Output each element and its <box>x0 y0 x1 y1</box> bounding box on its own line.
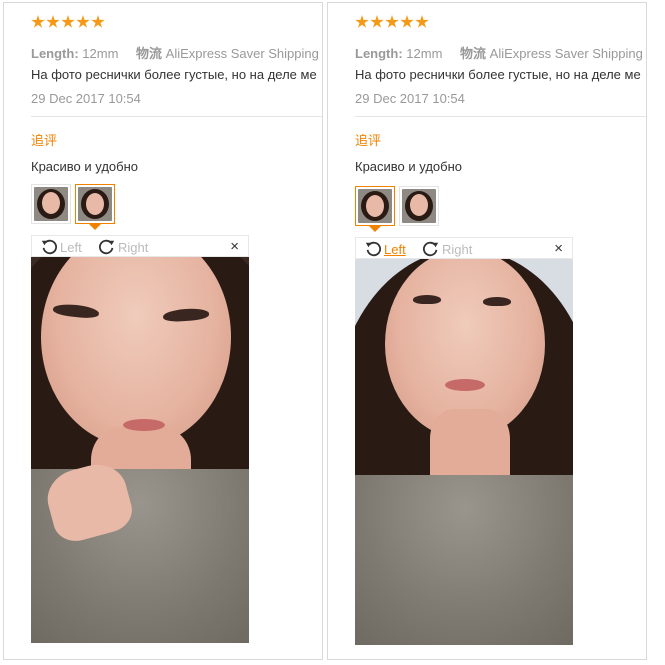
image-viewer-toolbar: Left Right × <box>31 235 249 257</box>
length-label: Length: <box>31 46 79 61</box>
followup-title: 追评 <box>31 133 58 148</box>
rotate-right-button[interactable]: Right <box>422 239 472 259</box>
rotate-left-button[interactable]: Left <box>364 239 406 259</box>
followup-text: Красиво и удобно <box>31 159 139 174</box>
rotate-left-label: Left <box>60 239 82 255</box>
rotate-left-icon <box>365 241 381 257</box>
review-meta: Length: 12mm 物流 AliExpress Saver Shippin… <box>355 43 646 62</box>
star-icon <box>61 15 75 28</box>
star-icon <box>415 15 429 28</box>
rotate-right-label: Right <box>118 239 149 255</box>
shipping-label: 物流 <box>136 46 163 61</box>
review-photo <box>355 259 573 645</box>
rotate-right-icon <box>99 239 115 255</box>
photo-thumbnail-1[interactable] <box>355 186 395 232</box>
review-meta: Length: 12mm 物流 AliExpress Saver Shippin… <box>31 43 322 62</box>
shipping-label: 物流 <box>460 46 487 61</box>
star-rating <box>31 15 105 33</box>
review-text: На фото реснички более густые, но на дел… <box>355 67 641 82</box>
divider <box>31 116 322 117</box>
length-value: 12mm <box>406 46 443 61</box>
image-viewer-toolbar: Left Right × <box>355 237 573 259</box>
rotate-left-button[interactable]: Left <box>40 237 82 257</box>
rotate-right-label: Right <box>442 241 473 257</box>
star-icon <box>355 15 369 28</box>
review-photo <box>31 257 249 643</box>
rotate-right-button[interactable]: Right <box>98 237 148 257</box>
review-text: На фото реснички более густые, но на дел… <box>31 67 317 82</box>
followup-title: 追评 <box>355 133 382 148</box>
thumbnail-list <box>31 184 115 230</box>
star-icon <box>76 15 90 28</box>
followup-text: Красиво и удобно <box>355 159 463 174</box>
review-card-1: Length: 12mm 物流 AliExpress Saver Shippin… <box>3 2 323 660</box>
review-date: 29 Dec 2017 10:54 <box>355 91 465 106</box>
rotate-right-icon <box>423 241 439 257</box>
rotate-left-icon <box>41 239 57 255</box>
star-icon <box>46 15 60 28</box>
rotate-left-label: Left <box>384 241 406 257</box>
star-icon <box>400 15 414 28</box>
review-date: 29 Dec 2017 10:54 <box>31 91 141 106</box>
star-icon <box>91 15 105 28</box>
star-icon <box>31 15 45 28</box>
photo-thumbnail-1[interactable] <box>31 184 71 224</box>
shipping-value: AliExpress Saver Shipping <box>489 46 643 61</box>
shipping-value: AliExpress Saver Shipping <box>165 46 319 61</box>
star-icon <box>370 15 384 28</box>
close-icon[interactable]: × <box>230 238 239 255</box>
close-icon[interactable]: × <box>554 240 563 257</box>
thumbnail-list <box>355 186 439 232</box>
star-icon <box>385 15 399 28</box>
divider <box>355 116 646 117</box>
length-value: 12mm <box>82 46 119 61</box>
star-rating <box>355 15 429 33</box>
length-label: Length: <box>355 46 403 61</box>
photo-thumbnail-2[interactable] <box>75 184 115 230</box>
review-card-2: Length: 12mm 物流 AliExpress Saver Shippin… <box>327 2 647 660</box>
photo-thumbnail-2[interactable] <box>399 186 439 226</box>
